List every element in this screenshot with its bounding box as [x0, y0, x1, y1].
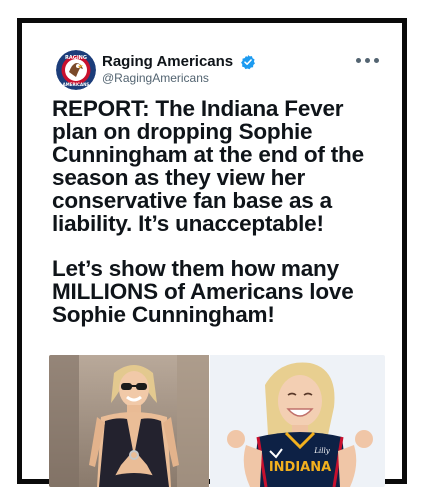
svg-text:AMERICANS: AMERICANS [63, 82, 90, 87]
tweet-text-paragraph-2: Let’s show them how many MILLIONS of Ame… [52, 256, 354, 327]
media-photo-right[interactable]: INDIANA Lilly [210, 355, 385, 487]
image-frame: RAGING AMERICANS Raging Americans @Ragin… [17, 18, 407, 487]
tweet-card: RAGING AMERICANS Raging Americans @Ragin… [42, 44, 386, 487]
svg-text:RAGING: RAGING [65, 55, 87, 61]
tweet-media: INDIANA Lilly [49, 355, 385, 487]
jersey-text: INDIANA [269, 460, 331, 475]
jersey-logo-text: Lilly [313, 447, 330, 455]
avatar[interactable]: RAGING AMERICANS [56, 50, 96, 90]
handle[interactable]: @RagingAmericans [102, 71, 209, 85]
media-photo-left[interactable] [49, 355, 209, 487]
raging-americans-logo: RAGING AMERICANS [56, 50, 96, 90]
more-options-icon[interactable] [354, 54, 380, 66]
tweet-header: RAGING AMERICANS Raging Americans @Ragin… [42, 44, 386, 92]
tweet-text-paragraph-1: REPORT: The Indiana Fever plan on droppi… [52, 96, 364, 236]
verified-badge-icon [240, 54, 256, 70]
display-name[interactable]: Raging Americans [102, 53, 233, 70]
